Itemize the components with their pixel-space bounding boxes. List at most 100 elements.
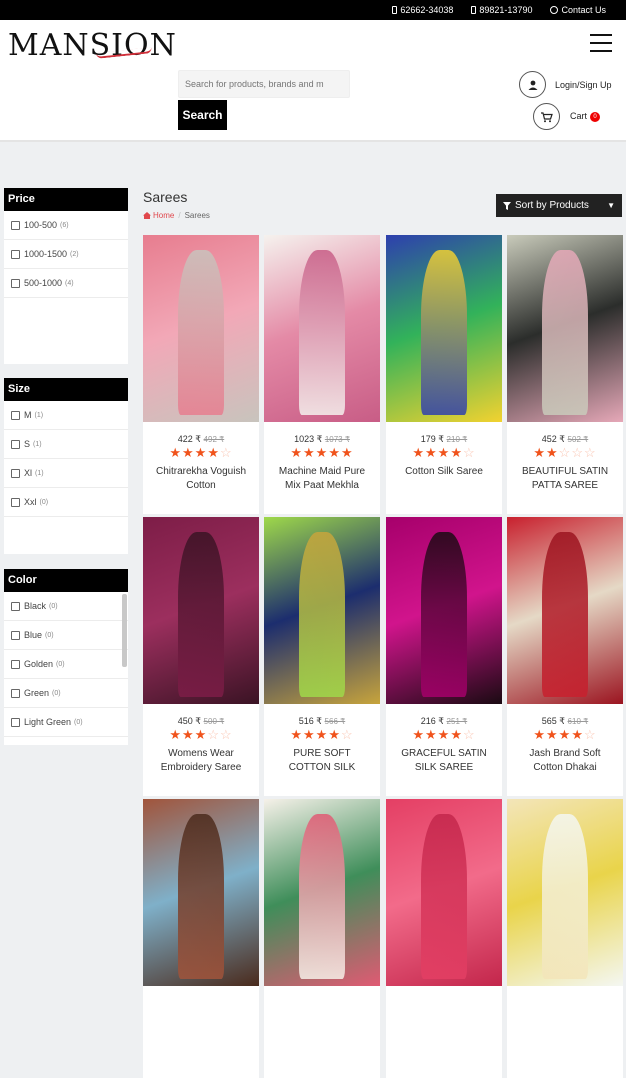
- cart-count-badge: 0: [590, 111, 601, 122]
- price-original: 502 ₹: [567, 435, 589, 444]
- star-filled-icon: ★: [533, 727, 547, 742]
- product-card[interactable]: 179 ₹ 210 ₹ ★★★★☆ Cotton Silk Saree: [386, 235, 502, 514]
- checkbox-icon[interactable]: [11, 468, 20, 478]
- product-image[interactable]: [264, 517, 380, 704]
- checkbox-icon[interactable]: [11, 717, 20, 727]
- product-image[interactable]: [507, 517, 623, 704]
- product-image[interactable]: [143, 799, 259, 986]
- product-card[interactable]: 1023 ₹ 1073 ₹ ★★★★★ Machine Maid Pure Mix …: [264, 235, 380, 514]
- checkbox-icon[interactable]: [11, 688, 20, 698]
- product-image[interactable]: [143, 517, 259, 704]
- product-name[interactable]: PURE SOFT COTTON SILK: [272, 747, 372, 775]
- price-original: 251 ₹: [446, 717, 468, 726]
- contact-link[interactable]: Contact Us: [550, 5, 606, 15]
- filter-option[interactable]: Green (0): [4, 679, 128, 708]
- filter-option[interactable]: Xxl (0): [4, 488, 128, 517]
- product-name[interactable]: GRACEFUL SATIN SILK SAREE: [394, 747, 494, 775]
- product-name[interactable]: Machine Maid Pure Mix Paat Mekhla: [272, 465, 372, 493]
- filter-option-count: (1): [34, 411, 44, 419]
- star-filled-icon: ★: [328, 445, 341, 460]
- star-rating: ★★★★☆: [507, 727, 623, 743]
- checkbox-icon[interactable]: [11, 630, 20, 640]
- product-card[interactable]: 516 ₹ 566 ₹ ★★★★☆ PURE SOFT COTTON SILK: [264, 517, 380, 796]
- phone-2[interactable]: 89821-13790: [471, 5, 532, 15]
- breadcrumb-home-label: Home: [153, 211, 175, 220]
- filter-option-label: S: [24, 439, 31, 449]
- checkbox-icon[interactable]: [11, 659, 20, 669]
- price-original: 610 ₹: [567, 717, 589, 726]
- filter-option[interactable]: 1000-1500 (2): [4, 240, 128, 269]
- top-bar: 62662-34038 89821-13790 Contact Us: [0, 0, 626, 20]
- filter-option[interactable]: 500-1000 (4): [4, 269, 128, 298]
- checkbox-icon[interactable]: [11, 439, 20, 449]
- product-image[interactable]: [386, 799, 502, 986]
- price-current: 422 ₹: [177, 434, 202, 444]
- product-card[interactable]: 216 ₹ 251 ₹ ★★★★☆ GRACEFUL SATIN SILK SARE…: [386, 517, 502, 796]
- filter-option[interactable]: S (1): [4, 430, 128, 459]
- product-image[interactable]: [386, 517, 502, 704]
- filter-color-scrollbar[interactable]: [122, 594, 127, 667]
- filter-option[interactable]: Xl (1): [4, 459, 128, 488]
- filter-option-label: Xxl: [24, 497, 37, 507]
- checkbox-icon[interactable]: [11, 497, 20, 507]
- product-card[interactable]: 422 ₹ 492 ₹ ★★★★☆ Chitrarekha Voguish Cott…: [143, 235, 259, 514]
- product-card[interactable]: [386, 799, 502, 1078]
- hamburger-menu-icon[interactable]: [590, 34, 612, 52]
- product-name[interactable]: BEAUTIFUL SATIN PATTA SAREE: [515, 465, 615, 493]
- star-filled-icon: ★: [425, 445, 438, 460]
- filter-option[interactable]: Black (0): [4, 592, 128, 621]
- search-input[interactable]: [178, 70, 350, 98]
- filter-option[interactable]: Golden (0): [4, 650, 128, 679]
- product-name[interactable]: Chitrarekha Voguish Cotton: [151, 465, 251, 493]
- star-rating: ★★☆☆☆: [507, 445, 623, 461]
- filter-option[interactable]: 100-500 (6): [4, 211, 128, 240]
- checkbox-icon[interactable]: [11, 601, 20, 611]
- product-name[interactable]: Cotton Silk Saree: [394, 465, 494, 479]
- star-rating: ★★★★☆: [386, 727, 502, 743]
- star-empty-icon: ☆: [571, 445, 584, 460]
- filter-size-title: Size: [4, 378, 128, 401]
- filter-option[interactable]: Blue (0): [4, 621, 128, 650]
- price-current: 179 ₹: [420, 434, 445, 444]
- product-card[interactable]: 452 ₹ 502 ₹ ★★☆☆☆ BEAUTIFUL SATIN PATTA SA…: [507, 235, 623, 514]
- breadcrumb-separator: /: [178, 211, 181, 220]
- filter-option-count: (0): [45, 631, 54, 639]
- star-filled-icon: ★: [290, 727, 304, 742]
- product-name[interactable]: Womens Wear Embroidery Saree: [151, 747, 251, 775]
- product-card[interactable]: [507, 799, 623, 1078]
- product-image[interactable]: [386, 235, 502, 422]
- product-price: 1023 ₹ 1073 ₹: [264, 434, 380, 445]
- star-filled-icon: ★: [533, 445, 547, 460]
- product-image[interactable]: [264, 235, 380, 422]
- cart-link[interactable]: Cart 0: [533, 103, 601, 130]
- star-filled-icon: ★: [303, 445, 316, 460]
- filter-option[interactable]: Light Green (0): [4, 708, 128, 737]
- cart-label: Cart 0: [570, 111, 601, 122]
- product-name[interactable]: Jash Brand Soft Cotton Dhakai: [515, 747, 615, 775]
- product-price: 422 ₹ 492 ₹: [143, 434, 259, 445]
- checkbox-icon[interactable]: [11, 249, 20, 259]
- product-card[interactable]: [264, 799, 380, 1078]
- checkbox-icon[interactable]: [11, 220, 20, 230]
- star-empty-icon: ☆: [558, 445, 572, 460]
- product-card[interactable]: 450 ₹ 500 ₹ ★★★☆☆ Womens Wear Embroidery S…: [143, 517, 259, 796]
- product-card[interactable]: 565 ₹ 610 ₹ ★★★★☆ Jash Brand Soft Cotton D…: [507, 517, 623, 796]
- product-image[interactable]: [507, 799, 623, 986]
- product-image[interactable]: [507, 235, 623, 422]
- checkbox-icon[interactable]: [11, 410, 20, 420]
- login-link[interactable]: Login/Sign Up: [519, 71, 612, 98]
- sort-dropdown[interactable]: Sort by Products ▼: [496, 194, 622, 217]
- filter-option-label: Green: [24, 688, 50, 698]
- site-logo[interactable]: MANSION: [8, 28, 177, 63]
- product-card[interactable]: [143, 799, 259, 1078]
- star-filled-icon: ★: [450, 727, 463, 742]
- phone-1[interactable]: 62662-34038: [392, 5, 453, 15]
- breadcrumb-home[interactable]: Home: [143, 211, 174, 220]
- product-image[interactable]: [143, 235, 259, 422]
- star-filled-icon: ★: [450, 445, 463, 460]
- product-image[interactable]: [264, 799, 380, 986]
- checkbox-icon[interactable]: [11, 278, 20, 288]
- filter-option[interactable]: M (1): [4, 401, 128, 430]
- search-button[interactable]: Search: [178, 100, 227, 130]
- user-icon: [519, 71, 546, 98]
